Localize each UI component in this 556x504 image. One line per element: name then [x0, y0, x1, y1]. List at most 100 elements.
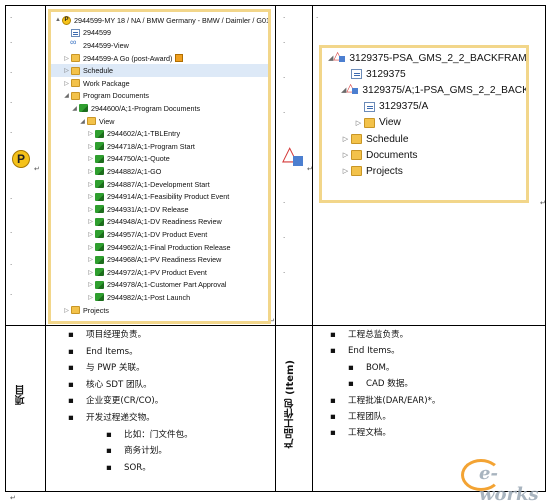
expand-toggle-icon[interactable]: ▷	[87, 256, 94, 263]
expand-toggle-icon[interactable]: ▷	[87, 193, 94, 200]
tree-node-label: View	[99, 116, 115, 126]
tree-node[interactable]: ▷ 2944718/A;1-Program Start	[51, 140, 268, 153]
expand-toggle-icon[interactable]: ◢	[71, 105, 78, 112]
tree-node[interactable]: ▷ 2944602/A;1-TBLEntry	[51, 127, 268, 140]
list-item: ▪ 工程文档。	[330, 426, 391, 440]
tree-node-label: 2944718/A;1-Program Start	[107, 141, 195, 151]
tree-node[interactable]: ◢3129375-PSA_GMS_2_2_BACKFRAME	[322, 49, 526, 66]
tree-node[interactable]: ▷ 2944948/A;1-DV Readiness Review	[51, 216, 268, 229]
paragraph-mark: ·	[283, 199, 286, 207]
folder-icon	[351, 166, 362, 177]
tree-node-label: Documents	[366, 149, 418, 161]
list-item-text: 工程团队。	[348, 412, 391, 422]
paragraph-mark: ·	[10, 195, 13, 203]
bullet-icon: ▪	[68, 346, 74, 357]
list-item: ▪ 比如：门文件包。	[106, 428, 193, 442]
paragraph-mark: ·	[10, 39, 13, 47]
tree-node[interactable]: ▲ P 2944599-MY 18 / NA / BMW Germany - BMW…	[51, 14, 268, 27]
expand-toggle-icon[interactable]: ▲	[55, 17, 61, 23]
tree-node-label: 2944914/A;1-Feasibility Product Event	[107, 192, 230, 202]
tree-node[interactable]: ▷ 2944982/A;1-Post Launch	[51, 291, 268, 304]
tree-node[interactable]: 2944599-View	[51, 37, 268, 52]
tree-node[interactable]: ▷ View	[322, 115, 526, 131]
tree-node[interactable]: ▷ Schedule	[51, 64, 268, 77]
expand-toggle-icon[interactable]: ▷	[354, 119, 363, 127]
expand-toggle-icon[interactable]: ▷	[63, 55, 70, 62]
list-item-text: 工程总监负责。	[348, 330, 409, 340]
tree-node[interactable]: ▷ 2944968/A;1-PV Readiness Review	[51, 253, 268, 266]
expand-toggle-icon[interactable]: ▷	[87, 269, 94, 276]
tree-node-label: 3129375/A	[379, 101, 429, 113]
paragraph-mark: ↵	[34, 165, 40, 173]
tree-node[interactable]: ▷ 2944750/A;1-Quote	[51, 153, 268, 166]
expand-toggle-icon[interactable]: ▷	[87, 281, 94, 288]
program-p-icon: P	[12, 150, 30, 168]
list-item-text: End Items。	[86, 346, 138, 357]
folder-icon	[71, 54, 80, 63]
paragraph-mark: ·	[10, 261, 13, 269]
tree-node[interactable]: ▷ Schedule	[322, 131, 526, 147]
column-divider	[275, 6, 276, 491]
row-divider	[6, 325, 545, 326]
expand-toggle-icon[interactable]: ▷	[341, 135, 350, 143]
expand-toggle-icon[interactable]: ▷	[87, 130, 94, 137]
list-item: ▪ 企业变更(CR/CO)。	[68, 394, 163, 408]
tree-node[interactable]: 2944599	[51, 27, 268, 40]
item-tree-panel: ◢3129375-PSA_GMS_2_2_BACKFRAME 3129375◢31…	[319, 45, 529, 203]
paragraph-mark: ↵	[540, 199, 546, 207]
expand-toggle-icon[interactable]: ▷	[63, 80, 70, 87]
tree-node-label: 2944599-MY 18 / NA / BMW Germany - BMW /…	[73, 15, 270, 25]
expand-toggle-icon[interactable]: ▷	[63, 67, 70, 74]
expand-toggle-icon[interactable]: ▷	[87, 181, 94, 188]
expand-toggle-icon[interactable]: ▷	[87, 244, 94, 251]
tree-node[interactable]: ▷ 2944887/A;1-Development Start	[51, 178, 268, 191]
expand-toggle-icon[interactable]: ▷	[63, 307, 70, 314]
tree-node[interactable]: ▷ 2944914/A;1-Feasibility Product Event	[51, 190, 268, 203]
expand-toggle-icon[interactable]: ▷	[87, 155, 94, 162]
tree-node[interactable]: ◢ 2944600/A;1-Program Documents	[51, 102, 268, 115]
expand-toggle-icon[interactable]: ◢	[79, 118, 86, 125]
tree-node[interactable]: ◢3129375/A;1-PSA_GMS_2_2_BACK	[322, 81, 526, 98]
tree-node[interactable]: ◢ Program Documents	[51, 90, 268, 103]
bullet-icon: ▪	[330, 412, 336, 422]
tree-node-label: 2944599-A Go (post-Award)	[83, 53, 173, 63]
paragraph-mark: ·	[10, 129, 13, 137]
tree-node[interactable]: ◢ View	[51, 115, 268, 128]
paragraph-mark: ·	[316, 14, 319, 22]
green-flag-icon	[79, 104, 88, 113]
expand-toggle-icon[interactable]: ▷	[87, 218, 94, 225]
tree-node[interactable]: 3129375	[322, 66, 526, 82]
green-flag-icon	[95, 205, 104, 214]
tree-node[interactable]: ▷ Work Package	[51, 77, 268, 90]
tree-node[interactable]: ▷ 2944962/A;1-Final Production Release	[51, 241, 268, 254]
item-bullet-list: ▪ 工程总监负责。 ▪ End Items。 ▪ BOM。 ▪ CAD 数据。 ▪ 工程批准(DA…	[330, 328, 545, 438]
bullet-icon: ▪	[68, 413, 74, 423]
expand-toggle-icon[interactable]: ▷	[87, 294, 94, 301]
expand-toggle-icon[interactable]: ▷	[87, 143, 94, 150]
expand-toggle-icon[interactable]: ▷	[341, 167, 350, 175]
tree-node[interactable]: ▷ 2944957/A;1-DV Product Event	[51, 228, 268, 241]
tree-node[interactable]: ▷ Projects	[322, 163, 526, 179]
tree-node[interactable]: ▷ Documents	[322, 147, 526, 163]
expand-toggle-icon[interactable]: ◢	[63, 92, 70, 99]
tree-node[interactable]: ▷ 2944978/A;1-Customer Part Approval	[51, 279, 268, 292]
expand-toggle-icon[interactable]: ▷	[341, 151, 350, 159]
tree-node[interactable]: ▷ 2944599-A Go (post-Award)	[51, 52, 268, 65]
bullet-icon: ▪	[106, 446, 112, 457]
list-item: ▪ CAD 数据。	[348, 377, 413, 391]
bullet-icon: ▪	[106, 429, 112, 440]
row-header-project: 项目	[16, 385, 27, 405]
tree-node[interactable]: ▷ 2944972/A;1-PV Product Event	[51, 266, 268, 279]
expand-toggle-icon[interactable]: ▷	[87, 206, 94, 213]
expand-toggle-icon[interactable]: ▷	[87, 168, 94, 175]
tree-node[interactable]: ▷ 2944882/A;1-GO	[51, 165, 268, 178]
paragraph-mark: ·	[10, 99, 13, 107]
expand-toggle-icon[interactable]: ▷	[87, 231, 94, 238]
green-flag-icon	[95, 180, 104, 189]
column-divider	[45, 6, 46, 491]
tree-node[interactable]: ▷ 2944931/A;1-DV Release	[51, 203, 268, 216]
tree-node[interactable]: 3129375/A	[322, 99, 526, 115]
paragraph-mark: ·	[10, 14, 13, 22]
tree-node[interactable]: ▷ Projects	[51, 304, 268, 317]
tree-node-label: Projects	[83, 305, 109, 315]
